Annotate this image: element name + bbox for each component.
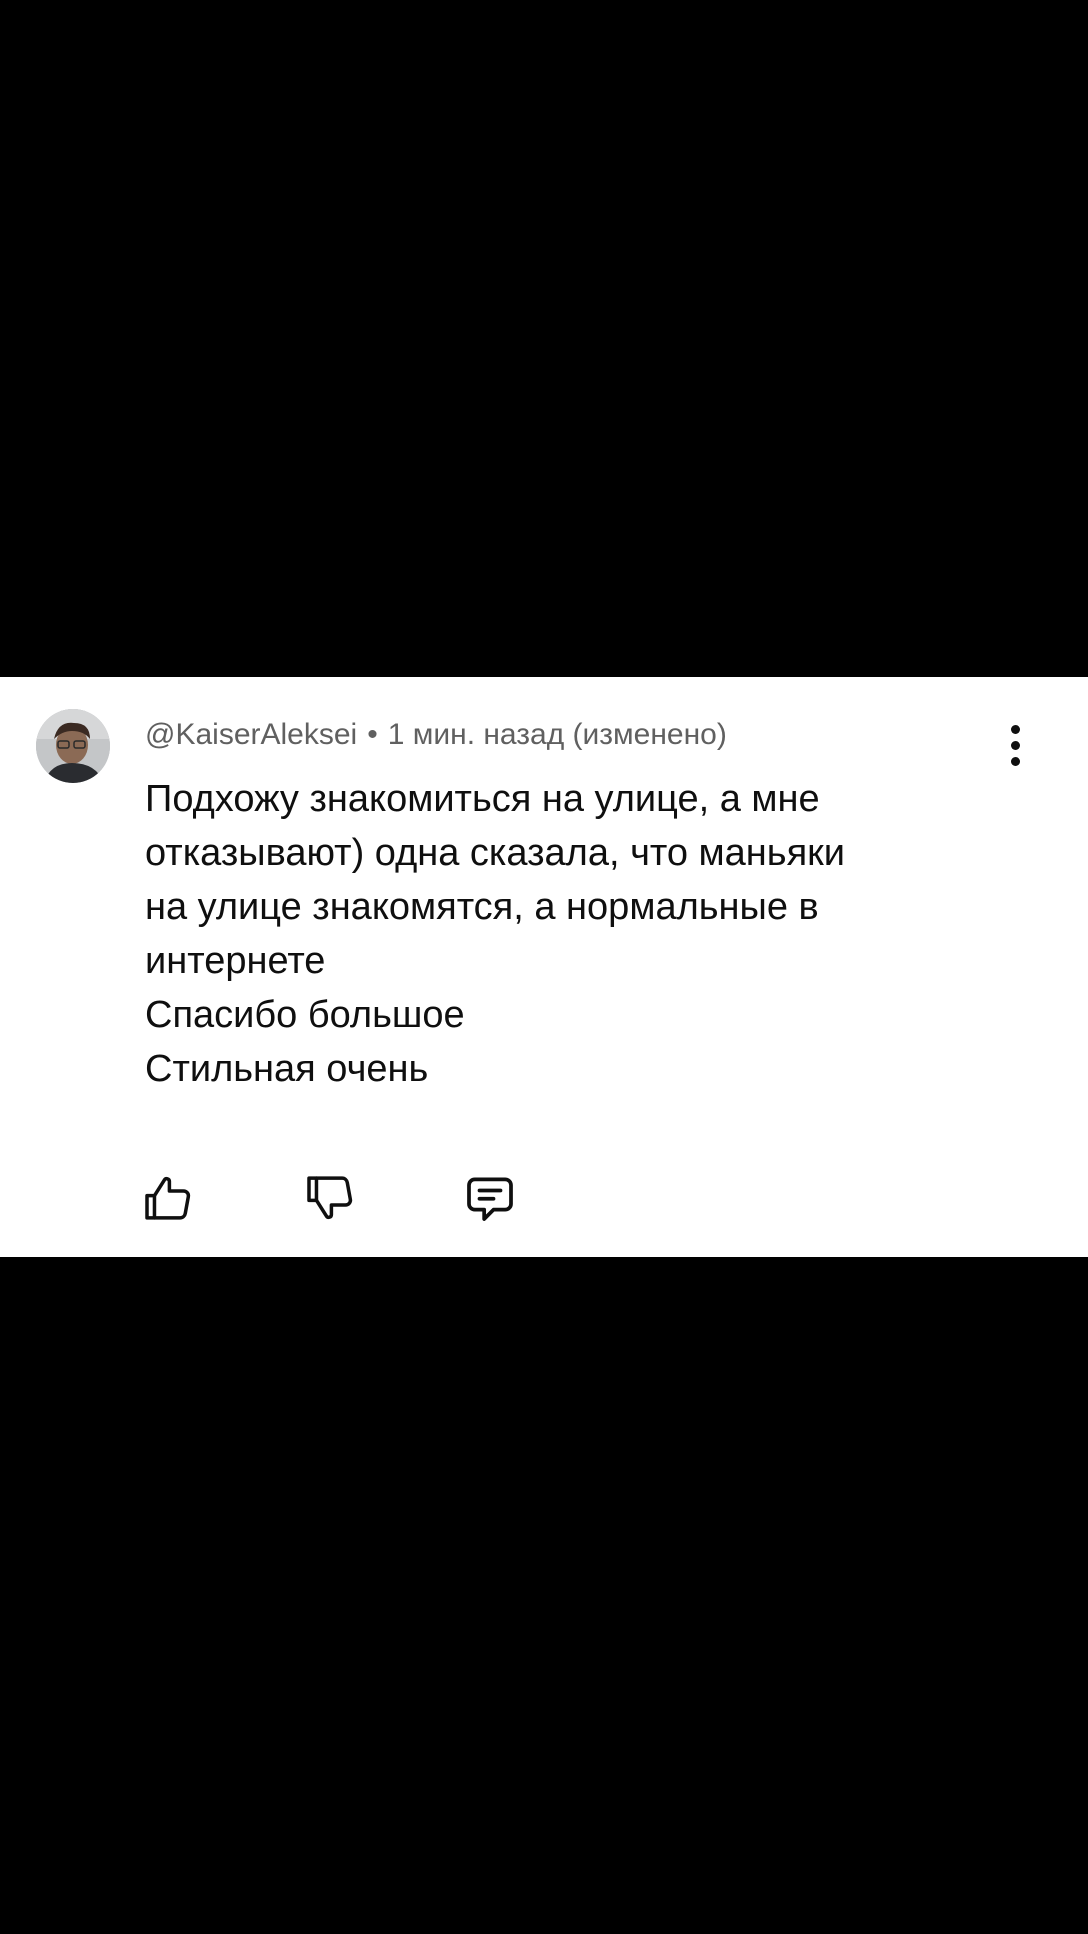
comment-line: Спасибо большое [145,994,465,1036]
comment-line: отказывают) одна сказала, что маньяки [145,832,846,874]
reply-comment-icon [467,1177,513,1221]
avatar[interactable] [36,709,110,783]
reply-button[interactable] [462,1170,518,1226]
comment-line: интернете [145,940,326,982]
more-vert-icon-dot [1011,741,1020,750]
thumbs-down-icon [307,1176,353,1220]
more-options-button[interactable] [996,721,1036,771]
avatar-image [36,709,110,783]
more-vert-icon [1011,725,1020,734]
comment-time: 1 мин. назад (изменено) [387,718,727,751]
comment-line: Стильная очень [145,1048,429,1090]
meta-separator: • [367,718,378,751]
comment-line: на улице знакомятся, а нормальные в [145,886,819,928]
author-handle[interactable]: @KaiserAleksei [145,718,357,751]
comment-line: Подхожу знакомиться на улице, а мне [145,778,820,820]
comment-text: Подхожу знакомиться на улице, а мне отка… [145,772,1025,1096]
more-vert-icon-dot [1011,757,1020,766]
like-button[interactable] [140,1170,196,1226]
comment-meta: @KaiserAleksei • 1 мин. назад (изменено) [145,717,727,753]
thumbs-up-icon [145,1176,191,1220]
dislike-button[interactable] [302,1170,358,1226]
